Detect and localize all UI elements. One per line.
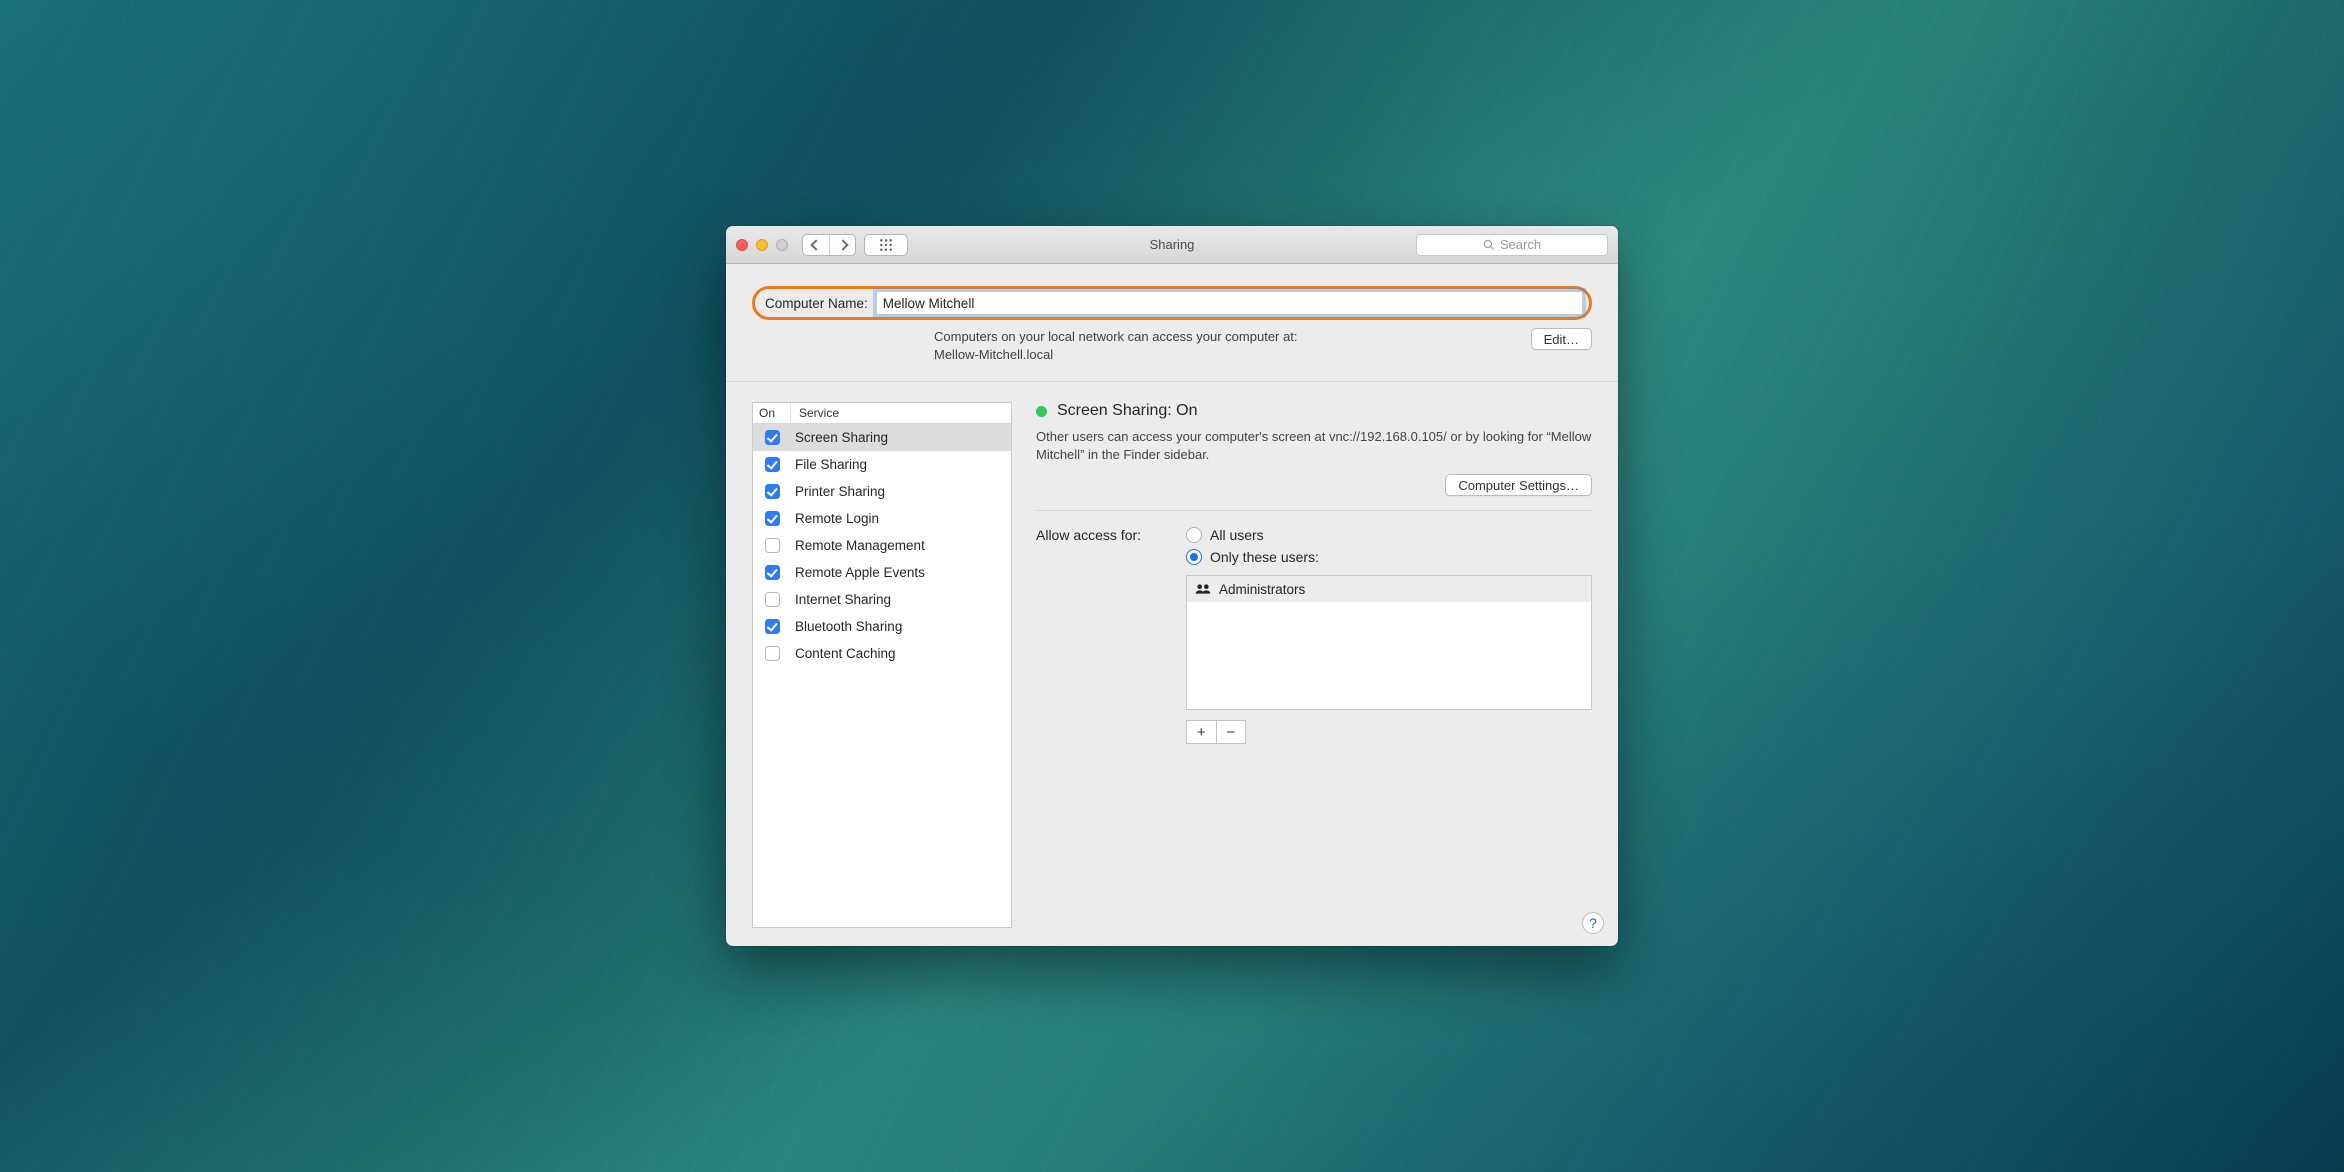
service-status-row: Screen Sharing: On <box>1036 402 1592 420</box>
service-label: Remote Apple Events <box>791 565 1011 580</box>
users-icon <box>1195 583 1211 595</box>
minimize-window-button[interactable] <box>756 239 768 251</box>
services-table: On Service Screen Sharing File Sharing Pri… <box>752 402 1012 928</box>
service-label: Remote Management <box>791 538 1011 553</box>
user-label: Administrators <box>1219 582 1305 597</box>
chevron-left-icon <box>810 239 821 250</box>
services-list: Screen Sharing File Sharing Printer Sharin… <box>753 424 1011 927</box>
radio-icon <box>1186 549 1202 565</box>
grid-icon <box>879 238 893 252</box>
help-button[interactable]: ? <box>1582 912 1604 934</box>
forward-button[interactable] <box>829 235 855 255</box>
service-description: Other users can access your computer's s… <box>1036 428 1592 464</box>
radio-only-these-users-label: Only these users: <box>1210 549 1319 565</box>
service-row[interactable]: Bluetooth Sharing <box>753 613 1011 640</box>
service-row[interactable]: Remote Management <box>753 532 1011 559</box>
computer-name-section: Computer Name: Computers on your local n… <box>726 264 1618 382</box>
close-window-button[interactable] <box>736 239 748 251</box>
allow-access-label: Allow access for: <box>1036 527 1186 543</box>
search-placeholder: Search <box>1500 237 1541 252</box>
service-row[interactable]: Content Caching <box>753 640 1011 667</box>
search-icon <box>1483 239 1495 251</box>
service-checkbox[interactable] <box>765 646 780 661</box>
header-service: Service <box>791 403 1011 423</box>
access-section: Allow access for: All users Only these u… <box>1036 527 1592 744</box>
service-row[interactable]: Remote Login <box>753 505 1011 532</box>
remove-user-button[interactable]: − <box>1216 721 1246 743</box>
show-all-button[interactable] <box>864 234 908 256</box>
user-list-item[interactable]: Administrators <box>1187 576 1591 602</box>
service-row[interactable]: Printer Sharing <box>753 478 1011 505</box>
service-label: Bluetooth Sharing <box>791 619 1011 634</box>
window-controls <box>736 239 788 251</box>
service-label: File Sharing <box>791 457 1011 472</box>
zoom-window-button[interactable] <box>776 239 788 251</box>
search-input[interactable]: Search <box>1416 234 1608 256</box>
nav-buttons <box>802 234 856 256</box>
edit-button[interactable]: Edit… <box>1531 328 1592 350</box>
service-row[interactable]: File Sharing <box>753 451 1011 478</box>
computer-name-description: Computers on your local network can acce… <box>934 328 1519 363</box>
main-content: On Service Screen Sharing File Sharing Pri… <box>726 382 1618 946</box>
user-list[interactable]: Administrators <box>1186 575 1592 710</box>
radio-all-users[interactable]: All users <box>1186 527 1592 543</box>
header-on: On <box>753 403 791 423</box>
service-label: Printer Sharing <box>791 484 1011 499</box>
computer-name-input[interactable] <box>876 291 1583 315</box>
back-button[interactable] <box>803 235 829 255</box>
service-status-title: Screen Sharing: On <box>1057 402 1198 420</box>
computer-name-label: Computer Name: <box>765 296 868 311</box>
service-checkbox[interactable] <box>765 538 780 553</box>
service-checkbox[interactable] <box>765 619 780 634</box>
service-checkbox[interactable] <box>765 565 780 580</box>
service-row[interactable]: Internet Sharing <box>753 586 1011 613</box>
sharing-preferences-window: Sharing Search Computer Name: Computers … <box>726 226 1618 946</box>
service-row[interactable]: Remote Apple Events <box>753 559 1011 586</box>
service-label: Internet Sharing <box>791 592 1011 607</box>
computer-name-highlight: Computer Name: <box>752 286 1592 320</box>
service-label: Screen Sharing <box>791 430 1011 445</box>
chevron-right-icon <box>837 239 848 250</box>
radio-only-these-users[interactable]: Only these users: <box>1186 549 1592 565</box>
service-checkbox[interactable] <box>765 430 780 445</box>
computer-settings-button[interactable]: Computer Settings… <box>1445 474 1592 496</box>
titlebar: Sharing Search <box>726 226 1618 264</box>
service-row[interactable]: Screen Sharing <box>753 424 1011 451</box>
service-label: Remote Login <box>791 511 1011 526</box>
user-list-buttons: + − <box>1186 720 1246 744</box>
services-header: On Service <box>753 403 1011 424</box>
detail-panel: Screen Sharing: On Other users can acces… <box>1036 402 1592 928</box>
status-indicator-icon <box>1036 406 1047 417</box>
service-checkbox[interactable] <box>765 484 780 499</box>
service-checkbox[interactable] <box>765 592 780 607</box>
add-user-button[interactable]: + <box>1187 721 1216 743</box>
service-checkbox[interactable] <box>765 457 780 472</box>
service-checkbox[interactable] <box>765 511 780 526</box>
radio-all-users-label: All users <box>1210 527 1264 543</box>
service-label: Content Caching <box>791 646 1011 661</box>
radio-icon <box>1186 527 1202 543</box>
